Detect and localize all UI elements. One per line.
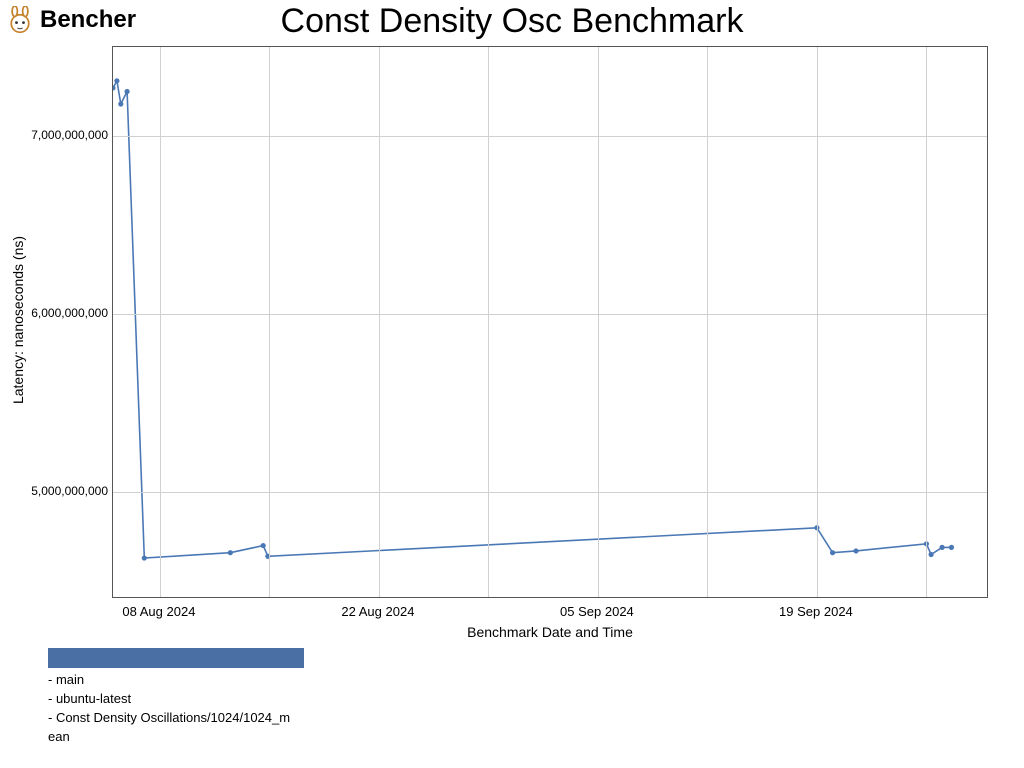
legend-line: - ubuntu-latest	[48, 690, 348, 709]
series-line	[113, 81, 952, 558]
data-point	[830, 550, 835, 555]
y-tick-label: 7,000,000,000	[31, 128, 108, 142]
legend-swatch	[48, 648, 304, 668]
data-point	[228, 550, 233, 555]
data-point	[118, 101, 123, 106]
y-axis-label: Latency: nanoseconds (ns)	[10, 236, 26, 404]
x-tick-label: 19 Sep 2024	[779, 604, 853, 619]
data-point	[853, 548, 858, 553]
legend-line: - Const Density Oscillations/1024/1024_m	[48, 709, 348, 728]
data-point	[142, 555, 147, 560]
data-point	[949, 545, 954, 550]
chart-title: Const Density Osc Benchmark	[0, 2, 1024, 41]
x-tick-label: 22 Aug 2024	[341, 604, 414, 619]
chart-legend: - main - ubuntu-latest - Const Density O…	[48, 648, 348, 746]
data-point	[114, 78, 119, 83]
legend-line: - main	[48, 671, 348, 690]
data-point	[939, 545, 944, 550]
chart-plot-area	[112, 46, 988, 598]
y-tick-label: 6,000,000,000	[31, 306, 108, 320]
x-axis-label: Benchmark Date and Time	[467, 624, 633, 640]
data-point	[113, 85, 116, 90]
x-tick-label: 08 Aug 2024	[122, 604, 195, 619]
data-point	[261, 543, 266, 548]
legend-line: ean	[48, 728, 348, 747]
x-tick-label: 05 Sep 2024	[560, 604, 634, 619]
data-point	[929, 552, 934, 557]
y-tick-label: 5,000,000,000	[31, 484, 108, 498]
chart-series-svg	[113, 47, 989, 599]
data-point	[124, 89, 129, 94]
